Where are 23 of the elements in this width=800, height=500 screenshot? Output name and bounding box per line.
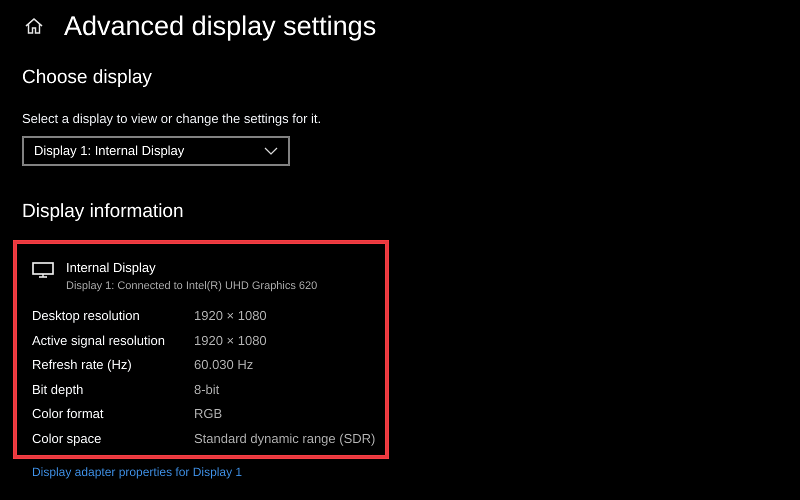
info-value: 8-bit [194, 380, 220, 398]
connection-text: Display 1: Connected to Intel(R) UHD Graphics 620 [66, 279, 318, 294]
info-label: Refresh rate (Hz) [32, 356, 133, 374]
chevron-down-icon [264, 147, 278, 155]
info-label: Active signal resolution [32, 332, 166, 350]
home-icon[interactable] [24, 16, 44, 36]
monitor-icon [32, 262, 54, 278]
info-value: Standard dynamic range (SDR) [194, 430, 376, 448]
info-label: Color space [32, 430, 102, 448]
info-value: 1920 × 1080 [194, 307, 267, 325]
info-value: 60.030 Hz [194, 356, 254, 374]
adapter-properties-link[interactable]: Display adapter properties for Display 1 [32, 464, 242, 478]
description-text: Select a display to view or change the settings for it. [22, 110, 322, 128]
info-label: Color format [32, 405, 105, 423]
section-heading: Choose display [22, 66, 153, 90]
display-dropdown[interactable]: Display 1: Internal Display [22, 136, 290, 166]
info-value: 1920 × 1080 [194, 332, 267, 350]
page-title: Advanced display settings [64, 12, 376, 40]
info-label: Desktop resolution [32, 307, 141, 325]
display-name: Internal Display [66, 258, 157, 277]
info-value: RGB [194, 405, 222, 423]
info-label: Bit depth [32, 380, 84, 399]
section-heading: Display information [22, 200, 185, 224]
